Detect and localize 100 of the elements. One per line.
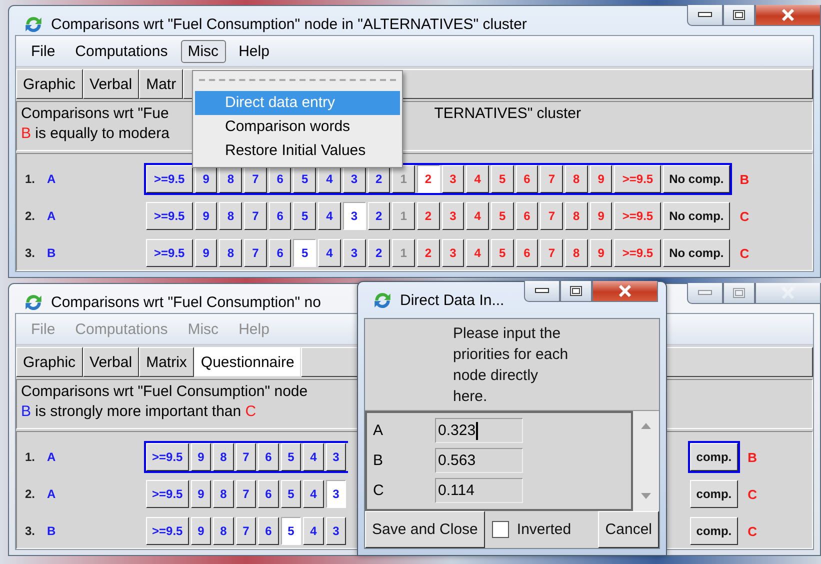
comparison-heading: TERNATIVES" cluster (434, 104, 581, 124)
scale-button[interactable]: 4 (318, 239, 341, 267)
scale-button[interactable]: >=9.5 (146, 517, 189, 545)
scale-button[interactable]: 6 (258, 443, 279, 471)
node-label: C (740, 246, 750, 260)
scale-button[interactable]: 8 (213, 480, 234, 508)
menu-item[interactable]: Help (232, 40, 276, 62)
scale-button[interactable]: 5 (293, 239, 316, 267)
scale-button[interactable]: 9 (190, 443, 212, 471)
cancel-button[interactable]: Cancel (598, 511, 659, 548)
node-label: B (748, 450, 757, 464)
scale-button[interactable]: 3 (326, 517, 346, 545)
menu-item[interactable]: File (24, 40, 62, 62)
menu-item[interactable]: Computations (68, 40, 175, 62)
node-label: A (47, 487, 57, 501)
scale-button[interactable]: >=9.5 (146, 165, 193, 193)
scale-button[interactable]: 5 (280, 517, 302, 545)
checkbox-label[interactable]: Inverted (516, 521, 572, 538)
scale-button[interactable]: 2 (368, 202, 390, 230)
scale-button[interactable]: 8 (219, 239, 242, 267)
row-number: 2. (25, 209, 36, 223)
tab[interactable]: Graphic (16, 69, 83, 99)
scale-button[interactable]: 6 (258, 480, 279, 508)
close-icon (618, 285, 632, 297)
menu-item[interactable]: Direct data entry (195, 91, 400, 115)
tab[interactable]: Matr (139, 69, 184, 99)
scale-button[interactable]: 7 (236, 480, 256, 508)
node-label: C (740, 208, 750, 224)
no-comparison-button[interactable]: No comp. (663, 202, 730, 230)
menu-item[interactable]: Restore Initial Values (195, 139, 400, 163)
row-number: 1. (25, 450, 36, 464)
scale-button[interactable]: 3 (342, 239, 366, 267)
minimize-button[interactable] (524, 281, 560, 302)
scale-button[interactable]: 8 (219, 202, 242, 230)
scale-button[interactable]: >=9.5 (146, 443, 189, 471)
scale-button[interactable]: 3 (342, 202, 366, 230)
node-label: B (373, 452, 384, 469)
node-label: A (47, 450, 57, 464)
scale-button[interactable]: 4 (303, 443, 324, 471)
scale-button[interactable]: 4 (303, 517, 324, 545)
close-icon (781, 9, 795, 21)
scale-button[interactable]: 7 (244, 239, 267, 267)
scale-button[interactable]: 7 (244, 202, 267, 230)
instruction-text: Please input the priorities for each node directly here. (453, 324, 569, 407)
close-icon (781, 287, 795, 299)
node-label: A (373, 422, 384, 439)
comparison-heading: Comparisons wrt "Fuel Consumption" node (21, 382, 308, 402)
input-field[interactable]: 0.563 (435, 448, 523, 473)
close-button[interactable] (755, 5, 821, 26)
maximize-icon (570, 286, 582, 296)
input-field[interactable]: 0.114 (435, 478, 523, 503)
no-comparison-button[interactable]: comp. (690, 480, 738, 508)
no-comparison-button[interactable]: No comp. (663, 165, 730, 193)
node-label: C (373, 482, 385, 499)
scale-button[interactable]: 8 (213, 517, 234, 545)
input-field[interactable]: 0.323 (435, 418, 523, 443)
scale-button[interactable]: 9 (194, 202, 218, 230)
no-comparison-button[interactable]: No comp. (663, 239, 730, 267)
scale-button[interactable]: 5 (293, 202, 316, 230)
scale-button[interactable]: 6 (258, 517, 279, 545)
row-number: 2. (25, 487, 36, 501)
scale-button[interactable]: 5 (280, 443, 302, 471)
tab[interactable]: Verbal (82, 69, 140, 99)
scale-button[interactable]: >=9.5 (146, 480, 189, 508)
scale-button[interactable]: 2 (416, 165, 440, 193)
scale-button[interactable]: >=9.5 (146, 239, 193, 267)
scale-button[interactable]: 6 (268, 239, 292, 267)
minimize-icon (698, 12, 712, 18)
scale-button[interactable]: 2 (368, 239, 390, 267)
window-title: Comparisons wrt "Fuel Consumption" no (51, 294, 321, 311)
scale-button[interactable]: 3 (326, 480, 346, 508)
maximize-button[interactable] (723, 5, 755, 26)
maximize-button[interactable] (560, 281, 592, 302)
minimize-button[interactable] (687, 5, 723, 26)
scale-button[interactable]: 5 (280, 480, 302, 508)
comparison-heading: Comparisons wrt "Fue (21, 104, 169, 124)
scale-button[interactable]: 7 (236, 443, 256, 471)
scale-button[interactable]: 9 (190, 517, 212, 545)
node-label: B (47, 524, 57, 538)
scale-button[interactable]: 4 (303, 480, 324, 508)
no-comparison-button[interactable]: comp. (690, 517, 738, 545)
scale-button[interactable]: 8 (213, 443, 234, 471)
checkbox[interactable] (492, 521, 509, 538)
scale-button[interactable]: >=9.5 (146, 202, 193, 230)
judgment-text: B is strongly more important than C (21, 402, 256, 422)
close-button[interactable] (592, 281, 658, 302)
scale-button[interactable]: 9 (194, 239, 218, 267)
scale-button[interactable]: 7 (236, 517, 256, 545)
window-title: Direct Data In... (400, 292, 504, 309)
circular-arrows-icon (372, 290, 393, 311)
maximize-icon (733, 10, 745, 20)
menu-item[interactable]: Comparison words (195, 115, 400, 139)
scale-button[interactable]: 6 (268, 202, 292, 230)
menu-item[interactable]: Misc (180, 40, 226, 62)
scale-button[interactable]: 3 (326, 443, 346, 471)
row-number: 3. (25, 246, 36, 260)
scale-button[interactable]: 4 (318, 202, 341, 230)
save-button[interactable]: Save and Close (365, 511, 485, 548)
no-comparison-button[interactable]: comp. (690, 443, 738, 471)
scale-button[interactable]: 9 (190, 480, 212, 508)
